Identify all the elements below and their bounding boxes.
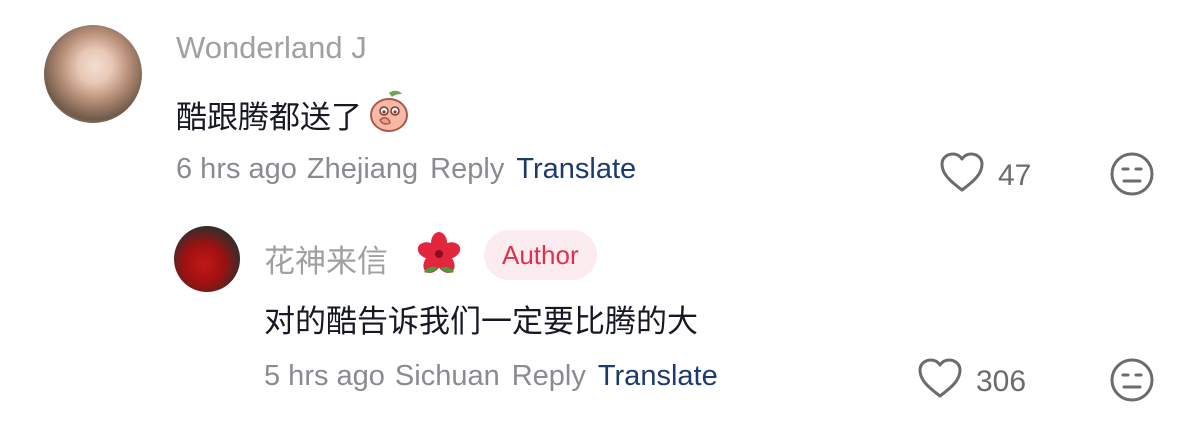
comments-panel: Wonderland J 酷跟腾都送了 6 hrs ago Zhejiang R…	[0, 0, 1200, 430]
reply-dislike-button[interactable]	[1108, 356, 1156, 404]
comment-text: 酷跟腾都送了	[176, 87, 412, 141]
avatar[interactable]	[44, 25, 142, 123]
reply-meta: 5 hrs ago Sichuan Reply Translate	[264, 360, 718, 393]
reply-like-count: 306	[976, 365, 1027, 398]
reply-like-button[interactable]: 306	[916, 356, 1026, 408]
author-badge: Author	[484, 230, 597, 280]
comment-location: Zhejiang	[306, 153, 419, 185]
dislike-face-icon	[1108, 152, 1156, 202]
reply-location: Sichuan	[394, 360, 500, 392]
reply-reply-button[interactable]: Reply	[512, 360, 586, 393]
dislike-button[interactable]	[1108, 150, 1156, 198]
hibiscus-emoji-icon	[414, 230, 464, 285]
dislike-face-icon	[1108, 358, 1156, 408]
reply-username[interactable]: 花神来信	[264, 236, 388, 281]
heart-icon	[916, 356, 964, 408]
comment-body: 酷跟腾都送了	[176, 99, 362, 135]
like-count: 47	[998, 159, 1032, 192]
reply-time: 5 hrs ago	[264, 360, 385, 392]
comment-meta: 6 hrs ago Zhejiang Reply Translate	[176, 153, 636, 186]
reply-text: 对的酷告诉我们一定要比腾的大	[264, 304, 698, 339]
reply-button[interactable]: Reply	[430, 153, 504, 186]
reply-translate-button[interactable]: Translate	[598, 360, 718, 393]
like-button[interactable]: 47	[938, 150, 1031, 202]
peach-emoji-icon	[366, 87, 412, 141]
comment-username[interactable]: Wonderland J	[176, 30, 367, 66]
translate-button[interactable]: Translate	[516, 153, 636, 186]
comment-time: 6 hrs ago	[176, 153, 297, 185]
reply-avatar[interactable]	[174, 226, 240, 292]
heart-icon	[938, 150, 986, 202]
